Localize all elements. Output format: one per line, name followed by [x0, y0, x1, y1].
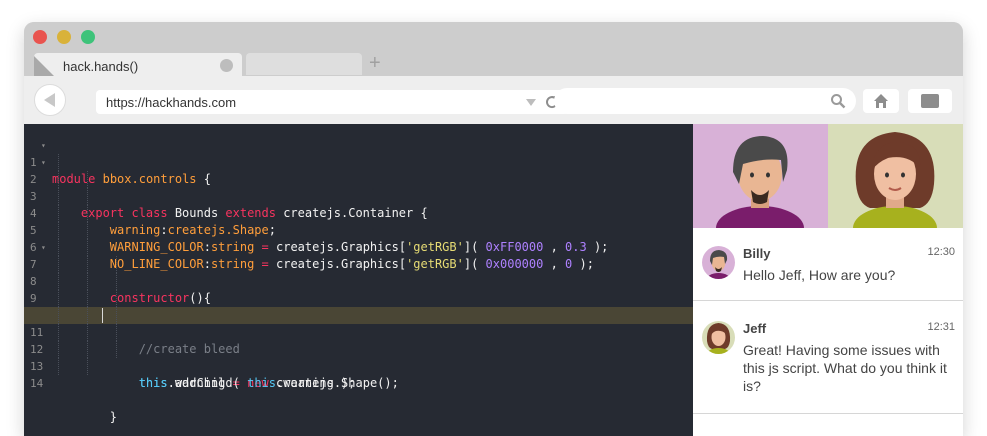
fold-arrow-icon[interactable]: ▾ [41, 239, 46, 256]
code-line: 2 ▾ export class Bounds extends createjs.… [24, 154, 693, 220]
avatar[interactable] [702, 321, 735, 354]
message-author: Jeff [743, 321, 767, 336]
browser-tab-inactive[interactable] [246, 53, 362, 75]
message-text: Hello Jeff, How are you? [743, 267, 896, 283]
code-line: 1 ▾ module bbox.controls { [24, 137, 693, 186]
search-icon[interactable] [830, 93, 846, 109]
person-avatar-icon [853, 132, 937, 228]
avatar[interactable] [702, 246, 735, 279]
tabs-overview-button[interactable] [908, 89, 952, 113]
code-line: 10 //create bleed [24, 290, 693, 356]
text-cursor [102, 308, 103, 323]
message-text: Great! Having some issues with this js s… [743, 342, 947, 394]
url-text: https://hackhands.com [106, 95, 237, 110]
code-line: 3 warning:createjs.Shape; [24, 171, 693, 237]
code-text: this.addChild( this.warning ); [138, 376, 356, 390]
person-avatar-icon [706, 323, 731, 354]
code-line: 14 } [24, 358, 693, 424]
minimize-window-button[interactable] [57, 30, 71, 44]
chevron-down-icon[interactable] [526, 99, 536, 106]
code-line: 5 NO_LINE_COLOR:string = createjs.Graphi… [24, 205, 693, 271]
chat-message: Jeff 12:31 Great! Having some issues wit… [693, 301, 963, 413]
tab-corner [34, 56, 56, 78]
maximize-window-button[interactable] [81, 30, 95, 44]
code-line: 4 WARNING_COLOR:string = createjs.Graphi… [24, 188, 693, 254]
code-text: } [52, 410, 118, 424]
home-icon [874, 94, 888, 108]
message-time: 12:30 [927, 246, 955, 258]
fold-arrow-icon[interactable]: ▾ [41, 137, 46, 154]
person-avatar-icon [716, 136, 804, 228]
code-line: 13 [24, 341, 693, 373]
video-feed-billy[interactable] [693, 124, 828, 228]
code-line-highlighted: 11 this.warning = new createjs.Shape(); [24, 307, 693, 390]
code-line: 6 [24, 222, 693, 254]
new-tab-button[interactable]: + [369, 53, 381, 73]
video-feed-jeff[interactable] [828, 124, 963, 228]
code-line: 8 super(); [24, 256, 693, 322]
tabs-icon [921, 94, 939, 108]
search-input[interactable] [554, 88, 856, 114]
code-line: 12 this.addChild( this.warning ); [24, 324, 693, 390]
fold-arrow-icon[interactable]: ▾ [41, 154, 46, 171]
home-button[interactable] [863, 89, 899, 113]
message-time: 12:31 [927, 321, 955, 333]
tab-close-icon[interactable] [220, 59, 233, 72]
divider [693, 413, 963, 414]
back-button[interactable] [34, 84, 66, 116]
line-number: 14 [30, 377, 44, 390]
back-arrow-icon [44, 93, 55, 107]
person-avatar-icon [706, 250, 731, 279]
code-editor[interactable]: 1 ▾ module bbox.controls { 2 ▾ export clas… [24, 124, 693, 436]
message-author: Billy [743, 246, 771, 261]
code-line: 7 ▾ constructor(){ [24, 239, 693, 305]
browser-window: hack.hands() + https://hackhands.com 1 ▾… [24, 22, 963, 436]
title-bar: hack.hands() + [24, 22, 963, 78]
tab-title: hack.hands() [63, 59, 139, 74]
chat-panel: Billy 12:30 Hello Jeff, How are you? Jef… [693, 124, 963, 436]
chat-message: Billy 12:30 Hello Jeff, How are you? [693, 228, 963, 300]
browser-tab-active[interactable]: hack.hands() [34, 53, 242, 78]
close-window-button[interactable] [33, 30, 47, 44]
browser-toolbar: https://hackhands.com [24, 76, 963, 124]
code-line: 9 [24, 273, 693, 305]
address-bar[interactable]: https://hackhands.com [96, 90, 568, 114]
